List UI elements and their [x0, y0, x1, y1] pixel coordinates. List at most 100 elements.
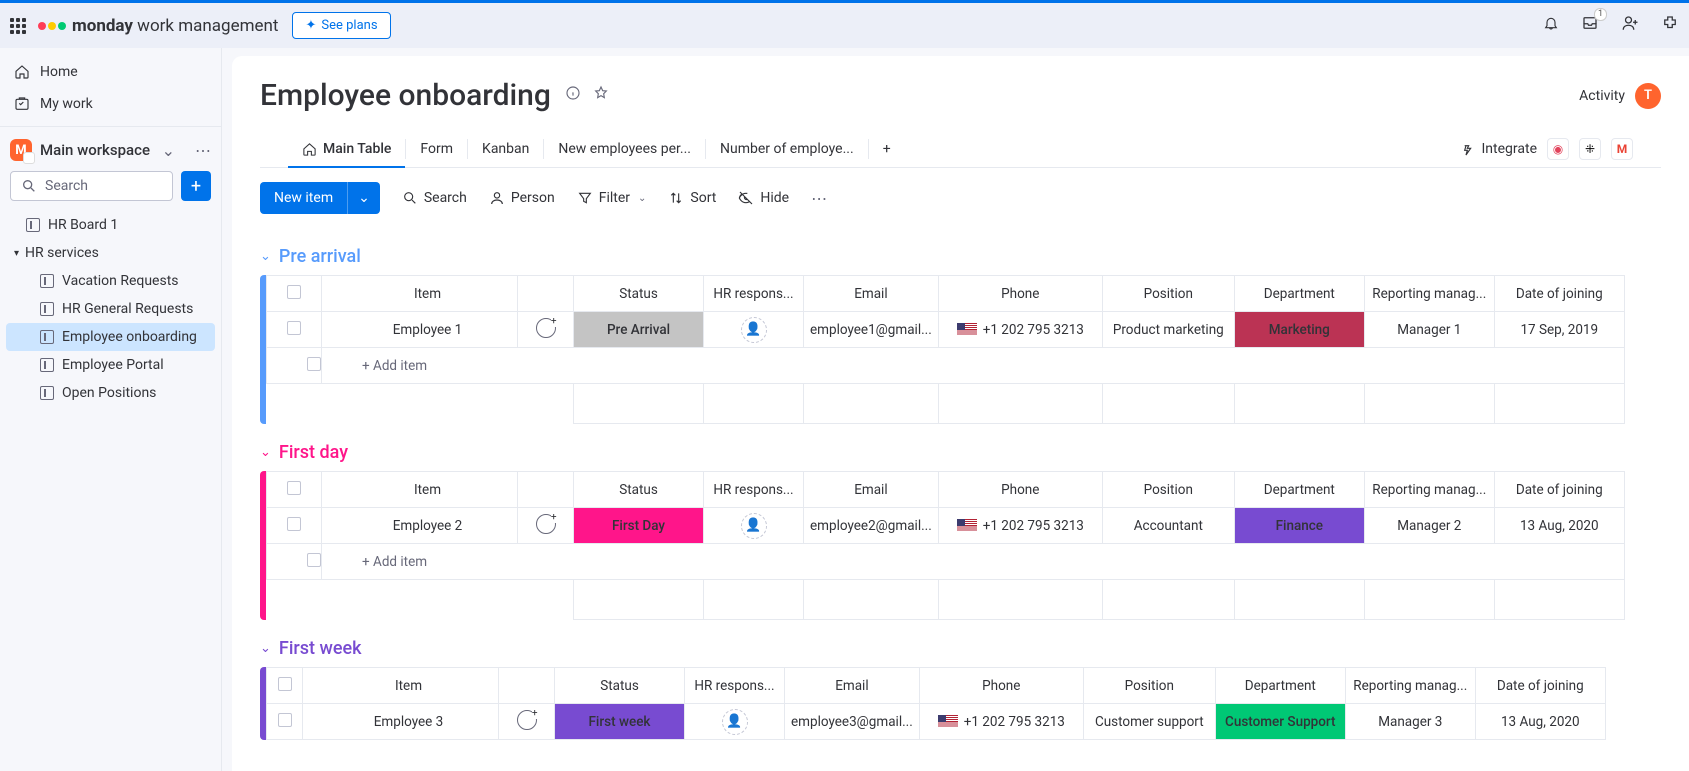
manager-cell[interactable]: Manager 2	[1364, 508, 1494, 544]
collapse-icon[interactable]: ⌄	[260, 641, 271, 656]
checkbox[interactable]	[307, 357, 321, 371]
table-row[interactable]: Employee 2 First Day👤employee2@gmail...+1…	[267, 508, 1625, 544]
tab[interactable]: Kanban	[468, 131, 543, 167]
position-cell[interactable]: Product marketing	[1102, 312, 1234, 348]
dept-cell[interactable]: Marketing	[1234, 312, 1364, 348]
checkbox[interactable]	[287, 285, 301, 299]
checkbox[interactable]	[278, 677, 292, 691]
int-icon-2[interactable]: ⁜	[1579, 138, 1601, 160]
sidebar-item[interactable]: Employee onboarding	[6, 323, 215, 351]
tab[interactable]: Number of employe...	[706, 131, 868, 167]
checkbox[interactable]	[278, 713, 292, 727]
see-plans-button[interactable]: ✦See plans	[292, 12, 390, 39]
tab[interactable]: Form	[406, 131, 467, 167]
hr-responsible[interactable]: 👤	[685, 704, 785, 740]
apps-grid-icon[interactable]	[10, 18, 26, 34]
status-cell[interactable]: First Day	[574, 508, 704, 544]
more-tools-icon[interactable]: ⋯	[811, 189, 829, 208]
sort-icon	[668, 190, 684, 206]
mywork-icon	[14, 96, 30, 112]
sidebar-mywork[interactable]: My work	[0, 88, 221, 120]
chevron-down-icon[interactable]: ⌄	[347, 182, 380, 214]
email-cell[interactable]: employee3@gmail...	[785, 704, 920, 740]
activity-link[interactable]: Activity	[1579, 88, 1625, 104]
info-icon[interactable]	[565, 85, 581, 106]
table-row[interactable]: Employee 1 Pre Arrival👤employee1@gmail...…	[267, 312, 1625, 348]
chevron-down-icon[interactable]: ⌄	[162, 141, 175, 160]
int-icon-1[interactable]: ◉	[1547, 138, 1569, 160]
group-title[interactable]: Pre arrival	[279, 246, 361, 267]
email-cell[interactable]: employee2@gmail...	[804, 508, 939, 544]
phone-cell[interactable]: +1 202 795 3213	[919, 704, 1083, 740]
date-cell[interactable]: 13 Aug, 2020	[1494, 508, 1624, 544]
filter-icon	[577, 190, 593, 206]
group-title[interactable]: First day	[279, 442, 348, 463]
chat-icon[interactable]	[536, 318, 556, 338]
dept-cell[interactable]: Finance	[1234, 508, 1364, 544]
int-icon-3[interactable]: M	[1611, 138, 1633, 160]
tool-hide[interactable]: Hide	[738, 190, 789, 206]
add-tab-button[interactable]: +	[869, 131, 905, 167]
sidebar-item[interactable]: Open Positions	[6, 379, 215, 407]
extension-icon[interactable]	[1661, 14, 1679, 37]
add-item-row[interactable]: + Add item	[267, 348, 1625, 384]
position-cell[interactable]: Accountant	[1102, 508, 1234, 544]
hr-responsible[interactable]: 👤	[704, 312, 804, 348]
sidebar-home[interactable]: Home	[0, 56, 221, 88]
inbox-badge: 1	[1594, 8, 1607, 21]
chat-icon[interactable]	[536, 514, 556, 534]
sidebar-item[interactable]: Employee Portal	[6, 351, 215, 379]
page-title: Employee onboarding	[260, 78, 551, 113]
phone-cell[interactable]: +1 202 795 3213	[938, 312, 1102, 348]
home-icon	[14, 64, 30, 80]
avatar[interactable]: T	[1635, 83, 1661, 109]
item-name[interactable]: Employee 3	[303, 704, 499, 740]
phone-cell[interactable]: +1 202 795 3213	[938, 508, 1102, 544]
status-cell[interactable]: First week	[555, 704, 685, 740]
new-item-button[interactable]: New item⌄	[260, 182, 380, 214]
sidebar-search[interactable]: Search	[10, 171, 173, 201]
tab[interactable]: New employees per...	[544, 131, 705, 167]
collapse-icon[interactable]: ⌄	[260, 445, 271, 460]
flag-us-icon	[938, 715, 958, 728]
chat-icon[interactable]	[517, 710, 537, 730]
sidebar-item[interactable]: HR Board 1	[6, 211, 215, 239]
date-cell[interactable]: 13 Aug, 2020	[1475, 704, 1605, 740]
group-title[interactable]: First week	[279, 638, 362, 659]
item-name[interactable]: Employee 2	[322, 508, 518, 544]
collapse-icon[interactable]: ⌄	[260, 249, 271, 264]
checkbox[interactable]	[287, 321, 301, 335]
status-cell[interactable]: Pre Arrival	[574, 312, 704, 348]
checkbox[interactable]	[287, 517, 301, 531]
inbox-icon[interactable]: 1	[1581, 14, 1599, 37]
position-cell[interactable]: Customer support	[1083, 704, 1215, 740]
dept-cell[interactable]: Customer Support	[1215, 704, 1345, 740]
workspace-selector[interactable]: M Main workspace ⌄⋯	[0, 133, 221, 167]
sidebar-item[interactable]: Vacation Requests	[6, 267, 215, 295]
tool-search[interactable]: Search	[402, 190, 467, 206]
star-icon[interactable]	[593, 85, 609, 106]
sidebar: Home My work M Main workspace ⌄⋯ Search …	[0, 48, 222, 771]
date-cell[interactable]: 17 Sep, 2019	[1494, 312, 1624, 348]
sidebar-add-button[interactable]: +	[181, 171, 211, 201]
manager-cell[interactable]: Manager 3	[1345, 704, 1475, 740]
sidebar-item[interactable]: HR General Requests	[6, 295, 215, 323]
tool-filter[interactable]: Filter⌄	[577, 190, 647, 206]
bell-icon[interactable]	[1543, 15, 1559, 36]
integrate-button[interactable]: Integrate	[1460, 141, 1538, 157]
tab[interactable]: Main Table	[288, 131, 405, 167]
add-item-row[interactable]: + Add item	[267, 544, 1625, 580]
more-icon[interactable]: ⋯	[195, 141, 211, 160]
hr-responsible[interactable]: 👤	[704, 508, 804, 544]
email-cell[interactable]: employee1@gmail...	[804, 312, 939, 348]
invite-icon[interactable]	[1621, 14, 1639, 37]
checkbox[interactable]	[307, 553, 321, 567]
sidebar-folder[interactable]: ▾HR services	[0, 239, 221, 267]
table-row[interactable]: Employee 3 First week👤employee3@gmail...+…	[267, 704, 1606, 740]
tool-person[interactable]: Person	[489, 190, 555, 206]
board-icon	[40, 274, 54, 288]
manager-cell[interactable]: Manager 1	[1364, 312, 1494, 348]
checkbox[interactable]	[287, 481, 301, 495]
tool-sort[interactable]: Sort	[668, 190, 716, 206]
item-name[interactable]: Employee 1	[322, 312, 518, 348]
